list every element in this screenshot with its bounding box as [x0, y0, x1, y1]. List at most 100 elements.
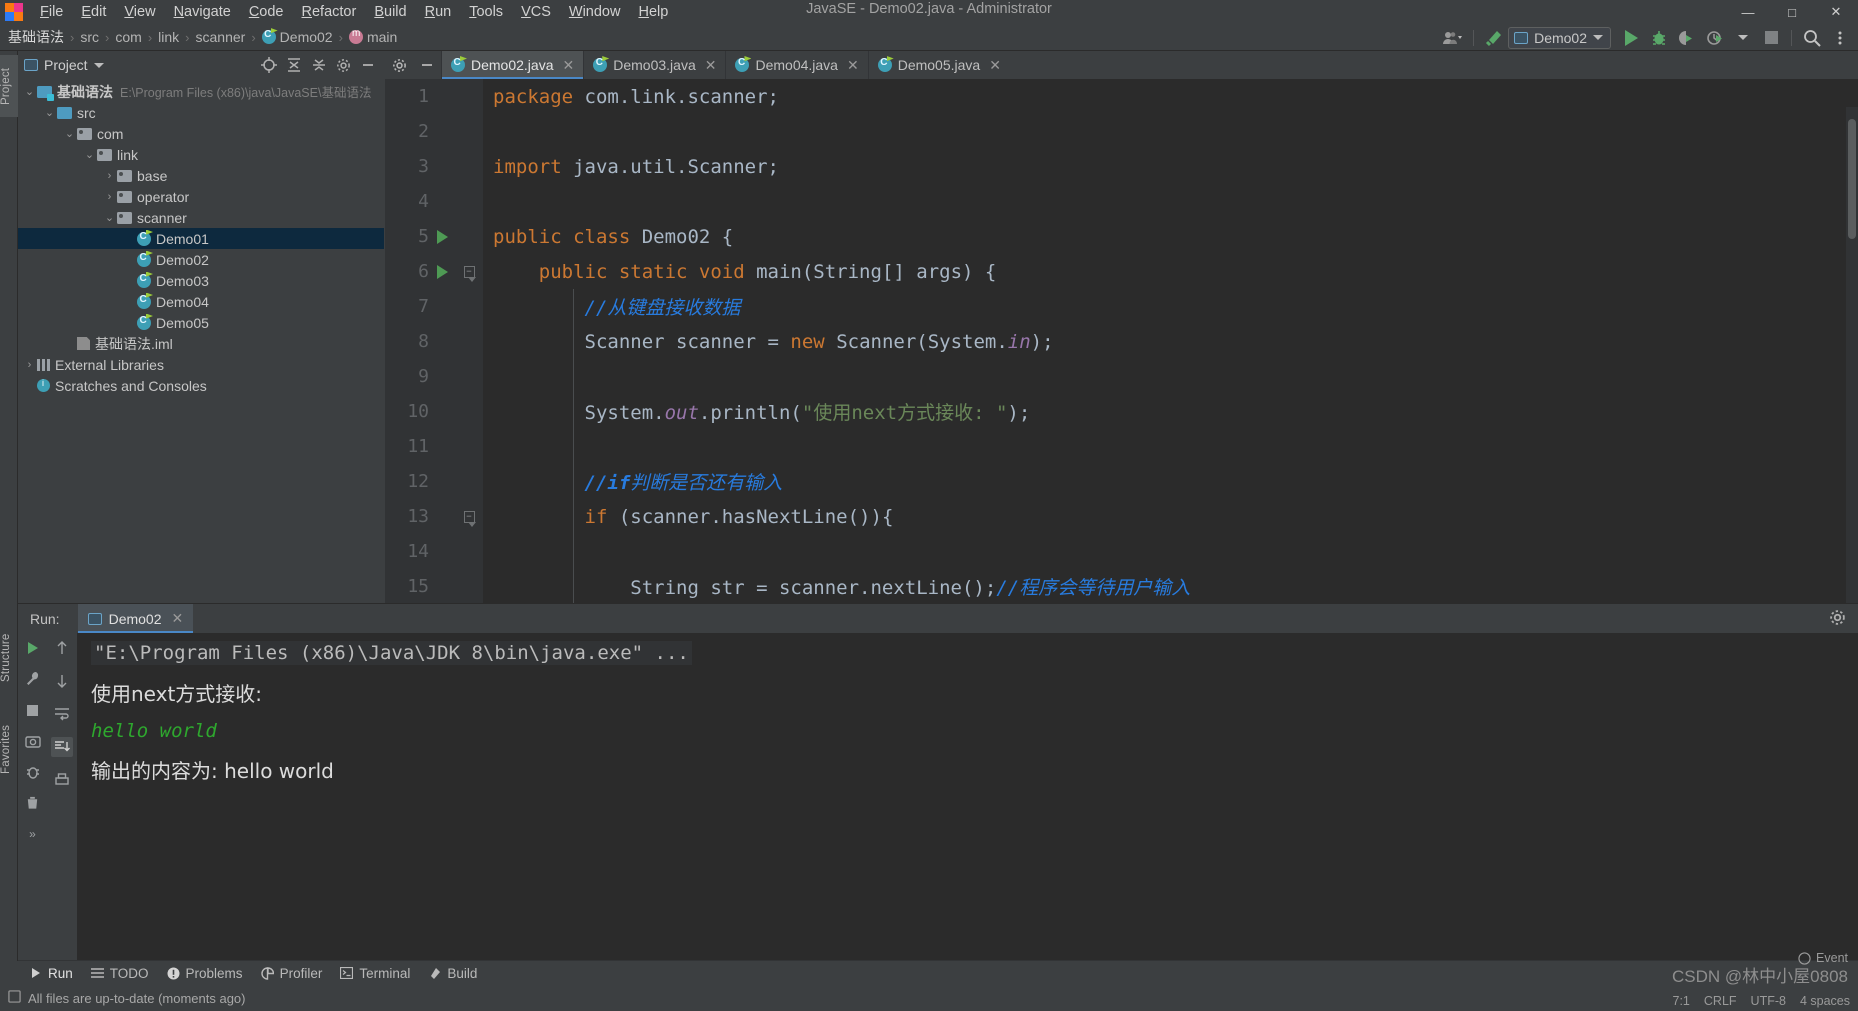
chevron-icon[interactable]: ⌄: [22, 85, 37, 98]
profiler-icon[interactable]: [1701, 26, 1729, 50]
code-line-6[interactable]: 6 − public static void main(String[] args…: [385, 254, 1858, 289]
code-line-10[interactable]: 10 System.out.println("使用next方式接收: ");: [385, 394, 1858, 429]
run-configuration-selector[interactable]: Demo02: [1508, 26, 1611, 49]
bug-icon[interactable]: [22, 762, 44, 782]
breadcrumb-item-基础语法[interactable]: 基础语法: [6, 27, 66, 47]
tree-node-Demo04[interactable]: Demo04: [18, 291, 384, 312]
search-icon[interactable]: [1798, 26, 1826, 50]
code-line-3[interactable]: 3 import java.util.Scanner;: [385, 149, 1858, 184]
trash-icon[interactable]: [22, 793, 44, 813]
run-gutter-icon[interactable]: [436, 229, 448, 244]
tree-node-operator[interactable]: › operator: [18, 186, 384, 207]
tree-node-Scratches and Consoles[interactable]: Scratches and Consoles: [18, 375, 384, 396]
expand-icon[interactable]: »: [22, 824, 44, 844]
breadcrumb-item-link[interactable]: link: [156, 29, 181, 45]
tree-node-link[interactable]: ⌄ link: [18, 144, 384, 165]
menu-item-code[interactable]: Code: [240, 2, 293, 22]
camera-icon[interactable]: [22, 731, 44, 751]
menu-item-run[interactable]: Run: [416, 2, 461, 22]
menu-item-build[interactable]: Build: [365, 2, 415, 22]
bottom-tab-run[interactable]: Run: [30, 966, 73, 981]
code-line-2[interactable]: 2: [385, 114, 1858, 149]
project-view-chevron-down-icon[interactable]: [93, 62, 104, 68]
run-with-coverage-icon[interactable]: [1673, 26, 1701, 50]
code-line-9[interactable]: 9: [385, 359, 1858, 394]
soft-wrap-icon[interactable]: [51, 704, 73, 724]
indent-setting[interactable]: 4 spaces: [1800, 994, 1850, 1008]
hide-icon[interactable]: [360, 57, 376, 73]
tool-tab-favorites[interactable]: Favorites: [0, 711, 18, 787]
tree-node-Demo01[interactable]: Demo01: [18, 228, 384, 249]
editor-tab-Demo03-java[interactable]: Demo03.java ✕: [583, 51, 725, 79]
tree-node-基础语法.iml[interactable]: 基础语法.iml: [18, 333, 384, 354]
code-line-15[interactable]: 15 String str = scanner.nextLine();//程序会…: [385, 569, 1858, 603]
stop-icon[interactable]: [1757, 26, 1785, 50]
gear-icon[interactable]: [336, 58, 351, 73]
code-line-14[interactable]: 14: [385, 534, 1858, 569]
menu-item-file[interactable]: File: [31, 2, 72, 22]
stop-icon[interactable]: [22, 700, 44, 720]
code-editor[interactable]: 1 package com.link.scanner; 2 3 import java.…: [385, 79, 1858, 603]
expand-all-icon[interactable]: [286, 57, 302, 73]
console-output[interactable]: "E:\Program Files (x86)\Java\JDK 8\bin\j…: [77, 633, 1858, 962]
tree-node-scanner[interactable]: ⌄ scanner: [18, 207, 384, 228]
run-icon[interactable]: [1617, 26, 1645, 50]
editor-hide-icon[interactable]: [413, 51, 441, 79]
close-icon[interactable]: ✕: [989, 57, 1001, 74]
code-line-7[interactable]: 7 //从键盘接收数据: [385, 289, 1858, 324]
menu-item-navigate[interactable]: Navigate: [165, 2, 240, 22]
breadcrumb-item-com[interactable]: com: [113, 29, 143, 45]
tree-node-External Libraries[interactable]: › External Libraries: [18, 354, 384, 375]
tree-node-src[interactable]: ⌄ src: [18, 102, 384, 123]
scroll-to-end-icon[interactable]: [51, 737, 73, 757]
code-line-8[interactable]: 8 Scanner scanner = new Scanner(System.i…: [385, 324, 1858, 359]
tree-node-Demo03[interactable]: Demo03: [18, 270, 384, 291]
menu-item-window[interactable]: Window: [560, 2, 630, 22]
scroll-up-icon[interactable]: [51, 638, 73, 658]
menu-item-refactor[interactable]: Refactor: [293, 2, 366, 22]
settings-wrench-icon[interactable]: [22, 669, 44, 689]
close-icon[interactable]: ✕: [847, 57, 859, 74]
tree-node-Demo05[interactable]: Demo05: [18, 312, 384, 333]
code-line-5[interactable]: 5 public class Demo02 {: [385, 219, 1858, 254]
more-icon[interactable]: [1826, 26, 1854, 50]
editor-vertical-scrollbar[interactable]: [1848, 119, 1856, 239]
rerun-icon[interactable]: [22, 638, 44, 658]
tool-tab-structure[interactable]: Structure: [0, 621, 18, 695]
scroll-down-icon[interactable]: [51, 671, 73, 691]
code-fold-icon[interactable]: −: [463, 510, 476, 527]
close-icon[interactable]: ✕: [563, 57, 575, 74]
editor-tab-Demo05-java[interactable]: Demo05.java ✕: [867, 51, 1010, 79]
run-tab-demo02[interactable]: Demo02 ✕: [77, 604, 194, 633]
breadcrumb-item-scanner[interactable]: scanner: [194, 29, 248, 45]
code-line-13[interactable]: 13 − if (scanner.hasNextLine()){: [385, 499, 1858, 534]
menu-item-tools[interactable]: Tools: [460, 2, 512, 22]
bottom-tab-todo[interactable]: TODO: [90, 966, 149, 981]
build-hammer-icon[interactable]: [1480, 26, 1508, 50]
breadcrumb-item-main[interactable]: main: [347, 28, 399, 45]
bottom-tab-build[interactable]: Build: [428, 966, 477, 981]
print-icon[interactable]: [51, 770, 73, 790]
breadcrumb-item-Demo02[interactable]: Demo02: [260, 28, 335, 45]
code-fold-icon[interactable]: −: [463, 265, 476, 282]
chevron-icon[interactable]: ⌄: [62, 127, 77, 140]
breadcrumb-item-src[interactable]: src: [78, 29, 101, 45]
locate-icon[interactable]: [261, 57, 277, 73]
tree-node-基础语法[interactable]: ⌄ 基础语法 E:\Program Files (x86)\java\JavaSE\…: [18, 81, 384, 102]
bottom-tab-problems[interactable]: Problems: [167, 966, 243, 981]
user-settings-icon[interactable]: [1439, 26, 1467, 50]
tool-tab-project[interactable]: Project: [0, 55, 18, 117]
chevron-icon[interactable]: ⌄: [82, 148, 97, 161]
code-line-1[interactable]: 1 package com.link.scanner;: [385, 79, 1858, 114]
tree-node-base[interactable]: › base: [18, 165, 384, 186]
debug-icon[interactable]: [1645, 26, 1673, 50]
close-icon[interactable]: ✕: [172, 610, 184, 627]
caret-position[interactable]: 7:1: [1673, 994, 1690, 1008]
bottom-tab-terminal[interactable]: Terminal: [340, 966, 410, 981]
run-panel-gear-icon[interactable]: [1829, 609, 1846, 631]
editor-tab-Demo04-java[interactable]: Demo04.java ✕: [725, 51, 867, 79]
menu-item-help[interactable]: Help: [629, 2, 677, 22]
maximize-button[interactable]: □: [1770, 0, 1814, 24]
code-line-4[interactable]: 4: [385, 184, 1858, 219]
close-icon[interactable]: ✕: [705, 57, 717, 74]
